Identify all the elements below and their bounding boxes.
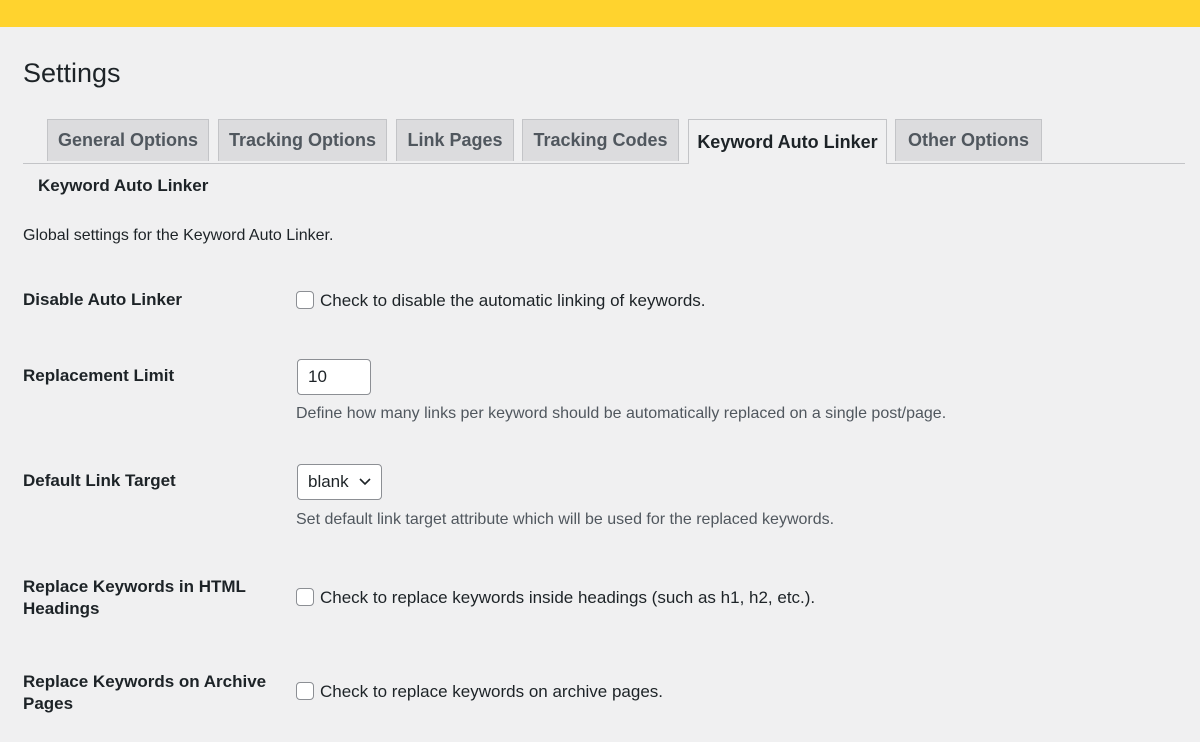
disable-auto-linker-text: Check to disable the automatic linking o… bbox=[320, 291, 706, 310]
replace-archives-label-line2: Pages bbox=[23, 694, 74, 713]
default-link-target-label: Default Link Target bbox=[23, 471, 176, 490]
section-title: Keyword Auto Linker bbox=[38, 176, 209, 195]
replace-archives-text: Check to replace keywords on archive pag… bbox=[320, 682, 664, 701]
chevron-down-icon bbox=[359, 478, 371, 486]
replacement-limit-label: Replacement Limit bbox=[23, 366, 175, 385]
page-title: Settings bbox=[23, 58, 121, 88]
section-description: Global settings for the Keyword Auto Lin… bbox=[23, 227, 334, 244]
tab-tracking-options[interactable]: Tracking Options bbox=[218, 119, 387, 161]
replace-headings-checkbox[interactable] bbox=[296, 588, 314, 606]
top-admin-bar bbox=[0, 0, 1200, 27]
tab-general-options[interactable]: General Options bbox=[47, 119, 209, 161]
replace-archives-label: Replace Keywords on Archive Pages bbox=[23, 671, 273, 715]
replace-headings-label-line1: Replace Keywords in HTML bbox=[23, 577, 246, 596]
replace-headings-label-line2: Headings bbox=[23, 599, 100, 618]
settings-tabs: General Options Tracking Options Link Pa… bbox=[23, 119, 1185, 164]
replace-archives-label-line1: Replace Keywords on Archive bbox=[23, 672, 267, 691]
replacement-limit-input[interactable] bbox=[297, 359, 371, 395]
tab-link-pages[interactable]: Link Pages bbox=[396, 119, 514, 161]
default-link-target-select[interactable]: blank bbox=[297, 464, 382, 500]
replace-headings-label: Replace Keywords in HTML Headings bbox=[23, 576, 273, 620]
replacement-limit-description: Define how many links per keyword should… bbox=[296, 405, 947, 422]
replace-archives-checkbox[interactable] bbox=[296, 682, 314, 700]
tab-keyword-auto-linker[interactable]: Keyword Auto Linker bbox=[688, 119, 887, 164]
replace-headings-text: Check to replace keywords inside heading… bbox=[320, 588, 816, 607]
disable-auto-linker-checkbox[interactable] bbox=[296, 291, 314, 309]
disable-auto-linker-label: Disable Auto Linker bbox=[23, 290, 183, 309]
default-link-target-description: Set default link target attribute which … bbox=[296, 511, 835, 528]
tab-other-options[interactable]: Other Options bbox=[895, 119, 1042, 161]
default-link-target-value: blank bbox=[308, 472, 349, 491]
tab-tracking-codes[interactable]: Tracking Codes bbox=[522, 119, 679, 161]
